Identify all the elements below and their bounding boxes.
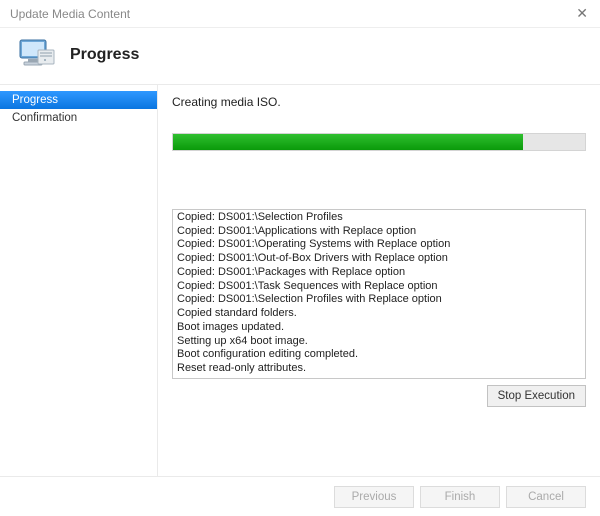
- window-title: Update Media Content: [10, 7, 130, 21]
- close-icon[interactable]: ✕: [572, 5, 592, 22]
- sidebar-item-progress[interactable]: Progress: [0, 91, 157, 109]
- wizard-steps-sidebar: Progress Confirmation: [0, 85, 158, 476]
- progress-bar: [172, 133, 586, 151]
- status-text: Creating media ISO.: [172, 95, 586, 109]
- monitor-icon: [18, 38, 56, 72]
- sidebar-item-confirmation[interactable]: Confirmation: [0, 109, 157, 127]
- main-panel: Creating media ISO. Copied: DS001:\Task …: [158, 85, 600, 476]
- sidebar-item-label: Progress: [12, 94, 58, 106]
- stop-execution-button[interactable]: Stop Execution: [487, 385, 586, 407]
- log-output[interactable]: Copied: DS001:\Task Sequences Copied: DS…: [172, 209, 586, 379]
- page-title: Progress: [70, 46, 139, 64]
- title-bar: Update Media Content ✕: [0, 0, 600, 28]
- wizard-header: Progress: [0, 28, 600, 84]
- previous-button: Previous: [334, 486, 414, 508]
- wizard-footer: Previous Finish Cancel: [0, 476, 600, 516]
- cancel-button: Cancel: [506, 486, 586, 508]
- progress-bar-fill: [173, 134, 523, 150]
- finish-button: Finish: [420, 486, 500, 508]
- sidebar-item-label: Confirmation: [12, 112, 77, 124]
